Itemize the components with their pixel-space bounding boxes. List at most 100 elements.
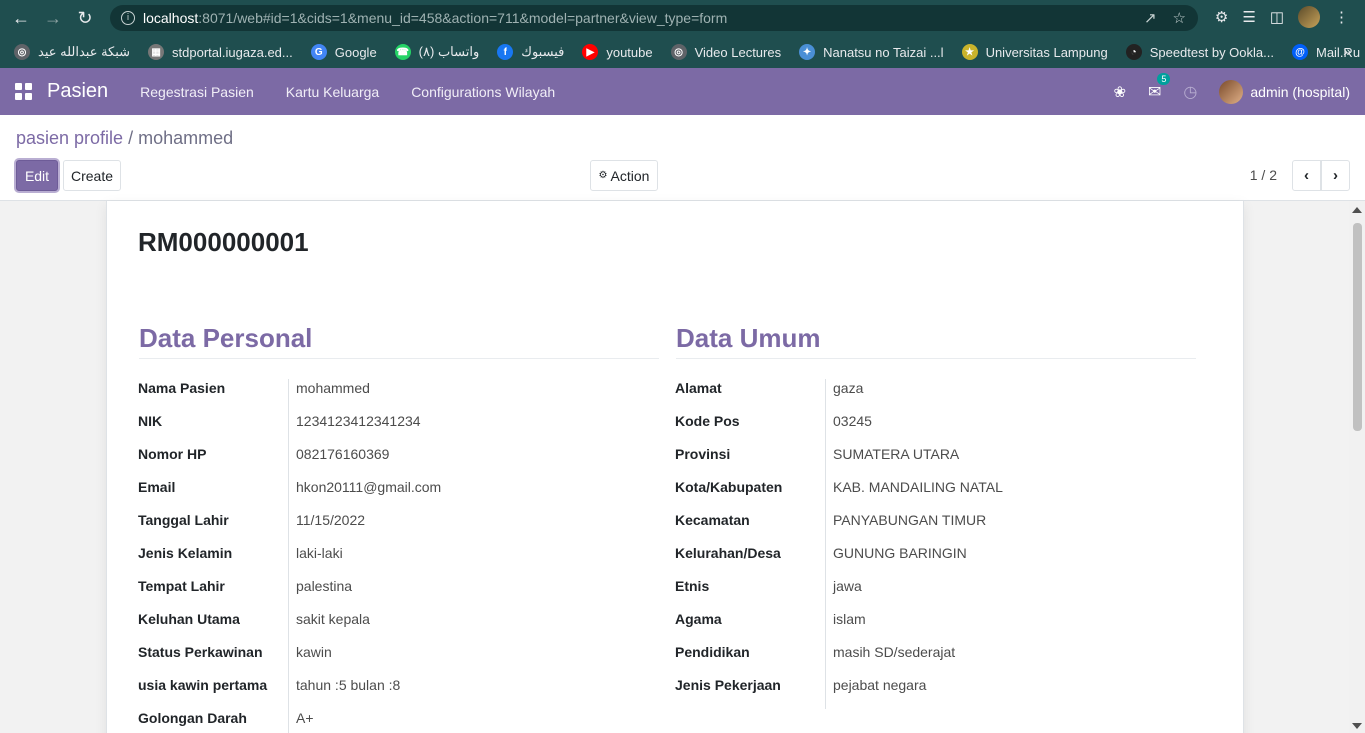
field-value: A+: [296, 710, 314, 726]
scroll-down-arrow[interactable]: [1352, 723, 1362, 729]
umum-field-row: Etnis jawa: [675, 576, 1175, 596]
bug-icon[interactable]: ❀: [1113, 83, 1126, 101]
bookmark-label: Speedtest by Ookla...: [1149, 44, 1274, 60]
pager-previous-button[interactable]: ‹: [1292, 160, 1321, 191]
bookmark-item[interactable]: ▶ youtube: [582, 44, 653, 60]
field-label: Email: [138, 479, 176, 495]
chevron-left-icon: ‹: [1304, 167, 1309, 184]
personal-field-row: Jenis Kelamin laki-laki: [138, 543, 638, 563]
bookmark-item[interactable]: ▦ stdportal.iugaza.ed...: [148, 44, 293, 60]
umum-field-row: Alamat gaza: [675, 378, 1175, 398]
umum-field-row: Kelurahan/Desa GUNUNG BARINGIN: [675, 543, 1175, 563]
personal-field-row: Tanggal Lahir 11/15/2022: [138, 510, 638, 530]
star-icon[interactable]: ☆: [1173, 9, 1186, 27]
user-menu[interactable]: admin (hospital): [1219, 79, 1350, 104]
field-value: hkon20111@gmail.com: [296, 479, 442, 495]
bookmark-item[interactable]: ◔ Speedtest by Ookla...: [1125, 44, 1274, 60]
menu-item-kartu-keluarga[interactable]: Kartu Keluarga: [286, 84, 379, 100]
share-icon[interactable]: ↗: [1144, 9, 1157, 27]
field-value: mohammed: [296, 380, 370, 396]
globe-icon: ◎: [670, 44, 687, 60]
chevron-right-icon: ›: [1333, 167, 1338, 184]
url-text[interactable]: localhost:8071/web#id=1&cids=1&menu_id=4…: [143, 10, 727, 26]
umum-field-row: Kota/Kabupaten KAB. MANDAILING NATAL: [675, 477, 1175, 497]
profile-avatar[interactable]: [1298, 6, 1320, 28]
avatar: [1219, 79, 1244, 104]
bookmark-item[interactable]: ★ Universitas Lampung: [961, 44, 1108, 60]
bookmark-label: Google: [334, 44, 377, 60]
field-value: pejabat negara: [833, 677, 927, 693]
group-divider-umum: [676, 358, 1196, 359]
edit-button[interactable]: Edit: [16, 160, 58, 191]
bookmark-item[interactable]: ◎ Video Lectures: [670, 44, 782, 60]
bookmark-item[interactable]: G Google: [310, 44, 377, 60]
extensions-icon[interactable]: ⚙: [1215, 8, 1228, 26]
app-brand[interactable]: Pasien: [47, 80, 108, 103]
media-icon[interactable]: ☰: [1242, 8, 1255, 26]
field-label: Status Perkawinan: [138, 644, 263, 660]
breadcrumb-root[interactable]: pasien profile: [16, 128, 123, 148]
bookmark-item[interactable]: ☎ واتساب (٨): [394, 44, 479, 60]
google-icon: G: [310, 44, 327, 60]
gear-icon: ⚙: [598, 170, 608, 181]
bookmark-label: Universitas Lampung: [985, 44, 1108, 60]
field-label: Kelurahan/Desa: [675, 545, 781, 561]
globe-icon: ◎: [14, 44, 30, 60]
field-value: jawa: [833, 578, 862, 594]
create-button[interactable]: Create: [63, 160, 121, 191]
pager-value[interactable]: 1 / 2: [1250, 167, 1277, 183]
personal-field-row: Email hkon20111@gmail.com: [138, 477, 638, 497]
group-divider-personal: [139, 358, 659, 359]
kebab-menu-icon[interactable]: ⋮: [1334, 8, 1349, 26]
bookmark-label: فيسبوك: [521, 44, 565, 59]
menu-item-configurations-wilayah[interactable]: Configurations Wilayah: [411, 84, 555, 100]
reload-icon[interactable]: ↻: [74, 7, 96, 29]
field-label: Keluhan Utama: [138, 611, 240, 627]
youtube-icon: ▶: [582, 44, 599, 60]
field-value: palestina: [296, 578, 353, 594]
group-title-personal: Data Personal: [139, 323, 313, 353]
bookmark-item[interactable]: f فيسبوك: [497, 44, 564, 60]
field-label: Nama Pasien: [138, 380, 226, 396]
field-label: Jenis Kelamin: [138, 545, 233, 561]
bookmark-label: Video Lectures: [694, 44, 782, 60]
whatsapp-icon: ☎: [394, 44, 411, 60]
umum-field-row: Kode Pos 03245: [675, 411, 1175, 431]
field-value: gaza: [833, 380, 864, 396]
menu-item-regestrasi-pasien[interactable]: Regestrasi Pasien: [140, 84, 254, 100]
nanatsu-icon: ✦: [799, 44, 816, 60]
field-label: usia kawin pertama: [138, 677, 268, 693]
side-panel-icon[interactable]: ◫: [1270, 8, 1284, 26]
page-scrollbar[interactable]: [1349, 201, 1365, 733]
main-navbar: Pasien Regestrasi Pasien Kartu Keluarga …: [0, 68, 1365, 115]
personal-field-row: Tempat Lahir palestina: [138, 576, 638, 596]
bookmark-item[interactable]: ✦ Nanatsu no Taizai ...l: [799, 44, 944, 60]
field-label: Pendidikan: [675, 644, 750, 660]
field-value: KAB. MANDAILING NATAL: [833, 479, 1003, 495]
mailru-icon: @: [1291, 44, 1308, 60]
pager-next-button[interactable]: ›: [1321, 160, 1350, 191]
bookmark-label: youtube: [606, 44, 653, 60]
field-value: kawin: [296, 644, 332, 660]
bookmarks-overflow-icon[interactable]: »: [1343, 43, 1351, 59]
field-label: Etnis: [675, 578, 710, 594]
speedtest-icon: ◔: [1125, 44, 1142, 60]
forward-icon[interactable]: →: [42, 7, 64, 29]
scroll-thumb[interactable]: [1353, 223, 1362, 431]
chat-icon: ✉: [1148, 83, 1162, 101]
address-bar[interactable]: i localhost:8071/web#id=1&cids=1&menu_id…: [110, 5, 1198, 31]
action-button[interactable]: ⚙ Action: [590, 160, 658, 191]
back-icon[interactable]: ←: [10, 7, 32, 29]
apps-menu-icon[interactable]: [15, 83, 32, 100]
control-panel: pasien profile / mohammed Edit Create ⚙ A…: [0, 115, 1365, 201]
messaging-menu[interactable]: ✉ 5: [1148, 72, 1171, 102]
bookmark-item[interactable]: ◎ شبكة عبدالله عيد: [14, 44, 130, 60]
activity-clock-icon[interactable]: ◷: [1183, 82, 1197, 102]
field-label: Jenis Pekerjaan: [675, 677, 781, 693]
field-label: Nomor HP: [138, 446, 207, 462]
scroll-up-arrow[interactable]: [1352, 207, 1362, 213]
field-label: Golongan Darah: [138, 710, 247, 726]
site-info-icon[interactable]: i: [121, 11, 135, 25]
personal-field-row: Nama Pasien mohammed: [138, 378, 638, 398]
facebook-icon: f: [497, 44, 514, 60]
